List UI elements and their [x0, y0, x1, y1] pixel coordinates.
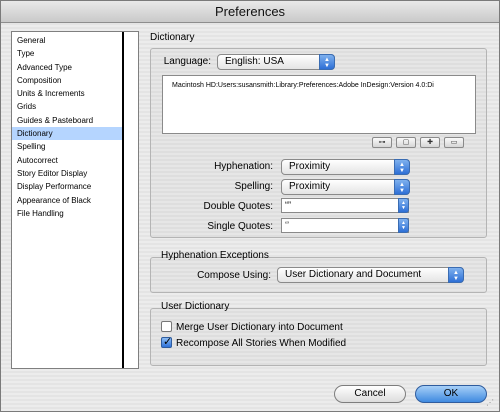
language-label: Language:	[163, 56, 211, 67]
sidebar-list-pane: General Type Advanced Type Composition Units…	[12, 32, 124, 368]
hyphenation-exceptions-title: Hyphenation Exceptions	[161, 250, 269, 261]
chevron-updown-icon: ▲ ▼	[398, 218, 409, 233]
relink-dictionary-button[interactable]: ⊶	[372, 137, 392, 148]
recompose-stories-checkbox[interactable]	[161, 335, 172, 348]
hyphenation-value: Proximity	[289, 161, 331, 172]
spelling-label: Spelling:	[234, 181, 273, 192]
sidebar-item-appearance-of-black[interactable]: Appearance of Black	[12, 194, 122, 207]
spelling-value: Proximity	[289, 181, 331, 192]
chevron-updown-icon: ▲ ▼	[394, 179, 410, 195]
window-title: Preferences	[1, 1, 499, 23]
single-quotes-value: ‘’	[285, 220, 289, 230]
language-select[interactable]: English: USA ▲ ▼	[217, 54, 335, 70]
add-dictionary-button[interactable]: ✚	[420, 137, 440, 148]
recompose-stories-option[interactable]: Recompose All Stories When Modified	[161, 335, 347, 349]
merge-user-dictionary-checkbox[interactable]	[161, 321, 172, 332]
dictionary-path-item[interactable]: Macintosh HD:Users:susansmith:Library:Pr…	[172, 82, 434, 89]
merge-user-dictionary-label: Merge User Dictionary into Document	[176, 322, 343, 333]
user-dictionary-title: User Dictionary	[161, 301, 230, 312]
sidebar-item-grids[interactable]: Grids	[12, 100, 122, 113]
sidebar-item-spelling[interactable]: Spelling	[12, 140, 122, 153]
sidebar-item-dictionary[interactable]: Dictionary	[12, 127, 122, 141]
single-quotes-combo[interactable]: ‘’ ▲ ▼	[281, 218, 409, 233]
single-quotes-label: Single Quotes:	[207, 221, 273, 232]
sidebar-item-guides-pasteboard[interactable]: Guides & Pasteboard	[12, 114, 122, 127]
hyphenation-select[interactable]: Proximity ▲ ▼	[281, 159, 410, 175]
sidebar-item-autocorrect[interactable]: Autocorrect	[12, 154, 122, 167]
section-title: Dictionary	[150, 32, 195, 43]
double-quotes-value: “”	[285, 200, 291, 210]
language-value: English: USA	[225, 56, 284, 67]
chevron-updown-icon: ▲ ▼	[394, 159, 410, 175]
chevron-updown-icon: ▲ ▼	[319, 54, 335, 70]
chevron-updown-icon: ▲ ▼	[398, 198, 409, 213]
chevron-updown-icon: ▲ ▼	[448, 267, 464, 283]
sidebar-item-units-increments[interactable]: Units & Increments	[12, 87, 122, 100]
add-icon: ✚	[427, 139, 433, 146]
compose-using-select[interactable]: User Dictionary and Document ▲ ▼	[277, 267, 464, 283]
sidebar-item-story-editor-display[interactable]: Story Editor Display	[12, 167, 122, 180]
new-dictionary-button[interactable]: ▢	[396, 137, 416, 148]
sidebar-item-advanced-type[interactable]: Advanced Type	[12, 61, 122, 74]
sidebar-item-file-handling[interactable]: File Handling	[12, 207, 122, 220]
double-quotes-label: Double Quotes:	[203, 201, 274, 212]
merge-user-dictionary-option[interactable]: Merge User Dictionary into Document	[161, 321, 343, 333]
sidebar-list: General Type Advanced Type Composition Units…	[12, 32, 122, 220]
sidebar-item-type[interactable]: Type	[12, 47, 122, 60]
recompose-stories-label: Recompose All Stories When Modified	[176, 338, 347, 349]
ok-button[interactable]: OK	[415, 385, 487, 403]
hyphenation-label: Hyphenation:	[214, 161, 273, 172]
double-quotes-combo[interactable]: “” ▲ ▼	[281, 198, 409, 213]
compose-using-value: User Dictionary and Document	[285, 269, 422, 280]
new-icon: ▢	[402, 139, 410, 146]
resize-grip-icon[interactable]: ⋰	[486, 398, 496, 408]
remove-icon: ▭	[450, 139, 458, 146]
cancel-button[interactable]: Cancel	[334, 385, 406, 403]
spelling-select[interactable]: Proximity ▲ ▼	[281, 179, 410, 195]
sidebar-item-general[interactable]: General	[12, 34, 122, 47]
sidebar-item-composition[interactable]: Composition	[12, 74, 122, 87]
dictionary-list[interactable]: Macintosh HD:Users:susansmith:Library:Pr…	[162, 75, 476, 134]
compose-using-label: Compose Using:	[197, 270, 271, 281]
preferences-window: Preferences General Type Advanced Type Comp…	[0, 0, 500, 412]
sidebar[interactable]: General Type Advanced Type Composition Units…	[11, 31, 139, 369]
sidebar-item-display-performance[interactable]: Display Performance	[12, 180, 122, 193]
remove-dictionary-button[interactable]: ▭	[444, 137, 464, 148]
link-icon: ⊶	[378, 139, 386, 146]
